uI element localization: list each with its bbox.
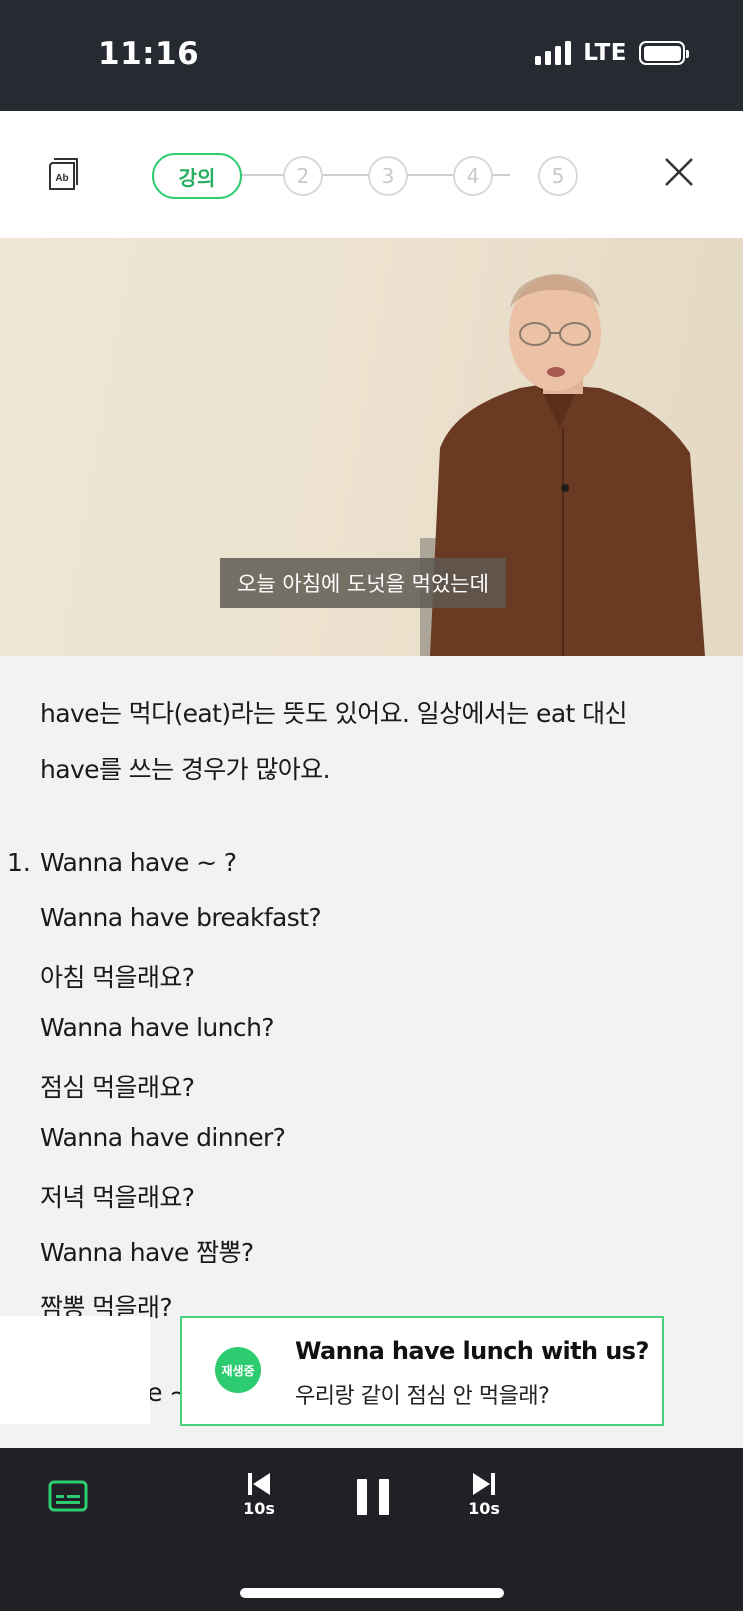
network-type: LTE [583,40,627,66]
player-controls: 10s 10s [0,1448,743,1546]
now-playing-badge: 재생중 [215,1347,261,1393]
lesson-intro-line: have를 쓰는 경우가 많아요. [40,755,331,784]
vocab-icon-label: Ab [55,173,68,184]
forward-10s-button[interactable]: 10s [459,1472,509,1528]
overlay-panel [0,1316,150,1424]
forward-label: 10s [468,1499,500,1518]
example-line[interactable]: 저녁 먹을래요? [40,1178,195,1214]
example-line[interactable]: 점심 먹을래요? [40,1068,195,1104]
step-5-tab[interactable]: 5 [538,156,578,196]
home-area [0,1546,743,1611]
now-playing-korean: 우리랑 같이 점심 안 먹을래? [295,1384,550,1409]
step-3-tab[interactable]: 3 [368,156,408,196]
example-line[interactable]: Wanna have lunch? [40,1013,275,1042]
skip-back-icon [248,1473,270,1495]
example-line[interactable]: 아침 먹을래요? [40,958,195,994]
lesson-header: Ab 강의 2 3 4 5 [0,111,743,238]
home-indicator[interactable] [240,1588,504,1598]
step-lecture-tab[interactable]: 강의 [152,153,242,199]
video-subtitle: 오늘 아침에 도넛을 먹었는데 [220,558,506,608]
section-number: 1. [7,848,31,877]
example-line[interactable]: Wanna have breakfast? [40,903,322,932]
now-playing-english: Wanna have lunch with us? [295,1337,649,1365]
rewind-10s-button[interactable]: 10s [234,1472,284,1528]
close-icon[interactable] [660,153,698,191]
vocabulary-card-icon[interactable]: Ab [46,157,80,193]
example-line[interactable]: Wanna have ~ ? [40,848,237,877]
status-time: 11:16 [98,36,200,72]
example-line[interactable]: Wanna have 짬뽕? [40,1233,254,1269]
skip-forward-icon [473,1473,495,1495]
step-progress: 강의 2 3 4 5 [152,151,592,199]
video-player[interactable]: 오늘 아침에 도넛을 먹었는데 [0,238,743,656]
signal-icon [535,41,572,65]
status-bar: 11:16 LTE [0,0,743,111]
battery-icon [639,41,689,65]
example-line[interactable]: Wanna have dinner? [40,1123,286,1152]
step-4-tab[interactable]: 4 [453,156,493,196]
step-2-tab[interactable]: 2 [283,156,323,196]
pause-icon[interactable] [355,1478,391,1516]
rewind-label: 10s [243,1499,275,1518]
lesson-intro-line: have는 먹다(eat)라는 뜻도 있어요. 일상에서는 eat 대신 [40,699,627,728]
subtitle-toggle-icon[interactable] [48,1480,88,1512]
status-indicators: LTE [535,40,689,66]
now-playing-card[interactable]: 재생중 Wanna have lunch with us? 우리랑 같이 점심 … [180,1316,664,1426]
